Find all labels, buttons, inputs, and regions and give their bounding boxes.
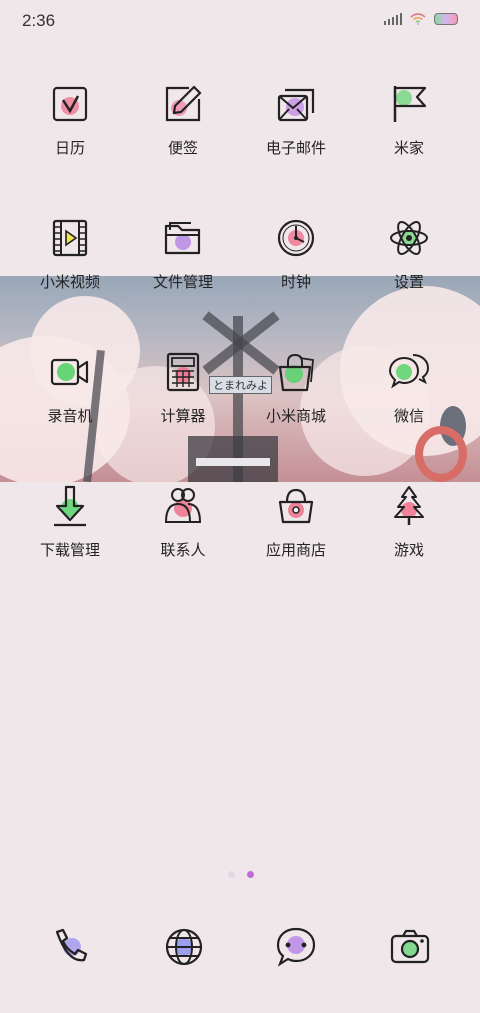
settings-icon-wrap <box>385 214 433 262</box>
camera-app[interactable] <box>386 923 434 971</box>
shopping-bag-icon <box>278 353 314 392</box>
app-wechat[interactable]: 微信 <box>353 348 465 460</box>
camera-icon <box>390 929 430 964</box>
app-label-games: 游戏 <box>393 541 424 559</box>
app-notes[interactable]: 便签 <box>127 80 239 192</box>
app-label-mi-video: 小米视频 <box>39 273 100 291</box>
app-contacts[interactable]: 联系人 <box>127 482 239 594</box>
signal-icon <box>384 13 402 25</box>
folder-icon <box>164 222 201 255</box>
app-label-wechat: 微信 <box>393 407 424 425</box>
mi-video-icon-wrap <box>46 214 94 262</box>
clock-icon <box>277 219 315 257</box>
film-icon <box>52 219 88 257</box>
globe-icon <box>165 928 203 966</box>
app-calendar[interactable]: 日历 <box>14 80 126 192</box>
people-icon <box>164 488 202 523</box>
app-file-manager[interactable]: 文件管理 <box>127 214 239 326</box>
phone-app[interactable] <box>46 923 94 971</box>
calendar-icon-wrap <box>46 80 94 128</box>
phone-icon <box>55 928 88 962</box>
download-manager-icon-wrap <box>46 482 94 530</box>
app-label-notes: 便签 <box>167 139 198 157</box>
app-label-mi-store: 小米商城 <box>265 407 326 425</box>
app-recorder[interactable]: 录音机 <box>14 348 126 460</box>
messages-app[interactable] <box>272 923 320 971</box>
flag-icon <box>393 86 427 122</box>
email-icon-wrap <box>272 80 320 128</box>
calculator-icon-wrap <box>159 348 207 396</box>
contacts-icon-wrap <box>159 482 207 530</box>
app-label-calculator: 计算器 <box>160 407 206 425</box>
calculator-icon <box>166 352 200 392</box>
app-label-mijia: 米家 <box>393 139 424 157</box>
app-download-manager[interactable]: 下载管理 <box>14 482 126 594</box>
page-dot-1[interactable] <box>228 871 235 878</box>
games-icon-wrap <box>385 482 433 530</box>
app-label-download-manager: 下载管理 <box>39 541 100 559</box>
wechat-icon-wrap <box>385 348 433 396</box>
browser-app[interactable] <box>160 923 208 971</box>
calendar-icon <box>52 86 88 122</box>
app-games[interactable]: 游戏 <box>353 482 465 594</box>
app-email[interactable]: 电子邮件 <box>240 80 352 192</box>
recorder-icon-wrap <box>46 348 94 396</box>
app-label-clock: 时钟 <box>280 273 311 291</box>
app-mijia[interactable]: 米家 <box>353 80 465 192</box>
basket-icon <box>278 488 314 524</box>
download-arrow-icon <box>54 485 86 527</box>
wechat-bubbles-icon <box>388 354 430 389</box>
app-settings[interactable]: 设置 <box>353 214 465 326</box>
chat-bubble-icon <box>276 927 316 967</box>
battery-icon <box>434 13 458 25</box>
clock-icon-wrap <box>272 214 320 262</box>
app-label-email: 电子邮件 <box>265 139 326 157</box>
status-time: 2:36 <box>22 11 56 30</box>
app-mi-store[interactable]: 小米商城 <box>240 348 352 460</box>
wifi-icon <box>410 13 426 25</box>
envelope-icon <box>277 88 315 122</box>
notes-icon-wrap <box>159 80 207 128</box>
app-label-app-store: 应用商店 <box>265 541 326 559</box>
page-dot-2[interactable] <box>247 871 254 878</box>
status-icons <box>384 13 458 25</box>
page-indicator <box>228 871 254 878</box>
atom-settings-icon <box>390 221 428 255</box>
app-label-file-manager: 文件管理 <box>152 273 213 291</box>
app-mi-video[interactable]: 小米视频 <box>14 214 126 326</box>
status-bar: 2:36 <box>0 0 480 44</box>
app-label-settings: 设置 <box>393 273 424 291</box>
mi-store-icon-wrap <box>272 348 320 396</box>
app-app-store[interactable]: 应用商店 <box>240 482 352 594</box>
mijia-icon-wrap <box>385 80 433 128</box>
app-label-contacts: 联系人 <box>160 541 206 559</box>
app-label-calendar: 日历 <box>54 139 85 157</box>
pencil-note-icon <box>165 85 202 122</box>
app-calculator[interactable]: 计算器 <box>127 348 239 460</box>
video-camera-icon <box>50 358 89 386</box>
app-clock[interactable]: 时钟 <box>240 214 352 326</box>
file-manager-icon-wrap <box>159 214 207 262</box>
tree-icon <box>394 486 424 525</box>
app-store-icon-wrap <box>272 482 320 530</box>
app-label-recorder: 录音机 <box>47 407 93 425</box>
